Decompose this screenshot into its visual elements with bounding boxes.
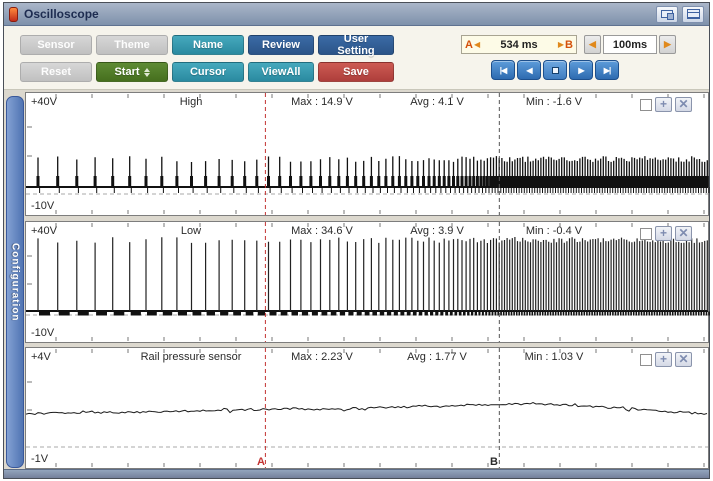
window-title: Oscilloscope [24,7,652,21]
scale-top-label: +40V [31,225,57,237]
configuration-tab[interactable]: Configuration [6,96,24,468]
cursor-button[interactable]: Cursor [172,62,244,82]
skip-to-start-icon: |◀ [500,66,506,75]
window-shade-icon [687,9,700,19]
timebase-increase-button[interactable]: ▶ [659,35,676,54]
right-arrow-icon: ▶ [664,39,671,50]
ab-time-value: 534 ms [481,39,557,51]
stat-avg: Avg : 4.1 V [410,96,464,108]
stat-avg: Avg : 3.9 V [410,225,464,237]
scale-bottom-label: -10V [31,327,54,339]
spinner-icon [144,68,150,77]
zoom-plus-button[interactable]: + [655,226,672,241]
skip-to-end-icon: ▶| [604,66,610,75]
left-arrow-icon: ◀ [589,39,596,50]
scale-bottom-label: -10V [31,200,54,212]
stat-avg: Avg : 1.77 V [407,351,467,363]
scale-top-label: +40V [31,96,57,108]
capture-window-button[interactable] [656,6,678,23]
sensor-button[interactable]: Sensor [20,35,92,55]
titlebar[interactable]: Oscilloscope [4,3,709,26]
step-forward-button[interactable]: ▶ [569,60,593,80]
stat-max: Max : 34.6 V [291,225,353,237]
channel-controls: + ✕ [640,97,692,112]
zoom-plus-button[interactable]: + [655,97,672,112]
reset-button[interactable]: Reset [20,62,92,82]
viewall-button[interactable]: ViewAll [248,62,314,82]
ab-cursor-time-box[interactable]: A ◀ 534 ms ▶ B [461,35,577,54]
cursor-time-row: A ◀ 534 ms ▶ B ◀ 100ms ▶ [461,35,685,54]
bottom-strip [4,469,709,478]
start-button-label: Start [114,66,139,78]
stat-max: Max : 14.9 V [291,96,353,108]
stat-min: Min : -0.4 V [526,225,582,237]
channel-name: Rail pressure sensor [141,351,242,363]
cursor-a-label: A [465,39,473,51]
name-button[interactable]: Name [172,35,244,55]
review-button[interactable]: Review [248,35,314,55]
close-channel-button[interactable]: ✕ [675,226,692,241]
channel-high-waveform[interactable] [26,93,708,215]
app-icon [9,7,18,22]
stat-min: Min : 1.03 V [525,351,584,363]
save-button[interactable]: Save [318,62,394,82]
channel-rail-pressure: +4V Rail pressure sensor Max : 2.23 V Av… [25,347,709,469]
channel-controls: + ✕ [640,352,692,367]
cursor-b-label: B [565,39,573,51]
cursor-b-arrow-icon: ▶ [558,40,564,49]
channel-stack: +40V High Max : 14.9 V Avg : 4.1 V Min :… [25,92,709,469]
channel-name: High [180,96,203,108]
side-strip: Configuration [4,92,25,469]
plot-area: Configuration +40V High Max : 14.9 V Avg… [4,90,709,469]
stop-button[interactable] [543,60,567,80]
toolbar: Sensor Theme Name Review User Setting Re… [4,26,709,90]
timebase-value[interactable]: 100ms [603,35,657,54]
scale-bottom-label: -1V [31,453,48,465]
playback-controls: |◀ ◀ ▶ ▶| [491,60,685,80]
cursor-a-marker[interactable]: A [257,456,265,468]
close-channel-button[interactable]: ✕ [675,352,692,367]
channel-rail-pressure-waveform[interactable] [26,348,708,468]
theme-button[interactable]: Theme [96,35,168,55]
channel-controls: + ✕ [640,226,692,241]
channel-checkbox[interactable] [640,354,652,366]
cursor-a-arrow-icon: ◀ [474,40,480,49]
step-back-button[interactable]: ◀ [517,60,541,80]
step-forward-icon: ▶ [578,66,583,75]
zoom-plus-button[interactable]: + [655,352,672,367]
stat-min: Min : -1.6 V [526,96,582,108]
user-setting-button[interactable]: User Setting [318,35,394,55]
stat-max: Max : 2.23 V [291,351,353,363]
window-shade-button[interactable] [682,6,704,23]
channel-checkbox[interactable] [640,228,652,240]
stop-icon [552,67,559,74]
capture-window-icon [661,10,673,18]
close-channel-button[interactable]: ✕ [675,97,692,112]
channel-checkbox[interactable] [640,99,652,111]
skip-to-start-button[interactable]: |◀ [491,60,515,80]
step-back-icon: ◀ [526,66,531,75]
skip-to-end-button[interactable]: ▶| [595,60,619,80]
scale-top-label: +4V [31,351,51,363]
timebase-decrease-button[interactable]: ◀ [584,35,601,54]
oscilloscope-window: Oscilloscope Sensor Theme Name Review Us… [3,2,710,479]
channel-high: +40V High Max : 14.9 V Avg : 4.1 V Min :… [25,92,709,216]
start-button[interactable]: Start [96,62,168,82]
time-controls: A ◀ 534 ms ▶ B ◀ 100ms ▶ |◀ ◀ ▶ ▶| [461,35,685,80]
channel-low-waveform[interactable] [26,222,708,342]
channel-low: +40V Low Max : 34.6 V Avg : 3.9 V Min : … [25,221,709,343]
channel-name: Low [181,225,201,237]
cursor-b-marker[interactable]: B [490,456,498,468]
